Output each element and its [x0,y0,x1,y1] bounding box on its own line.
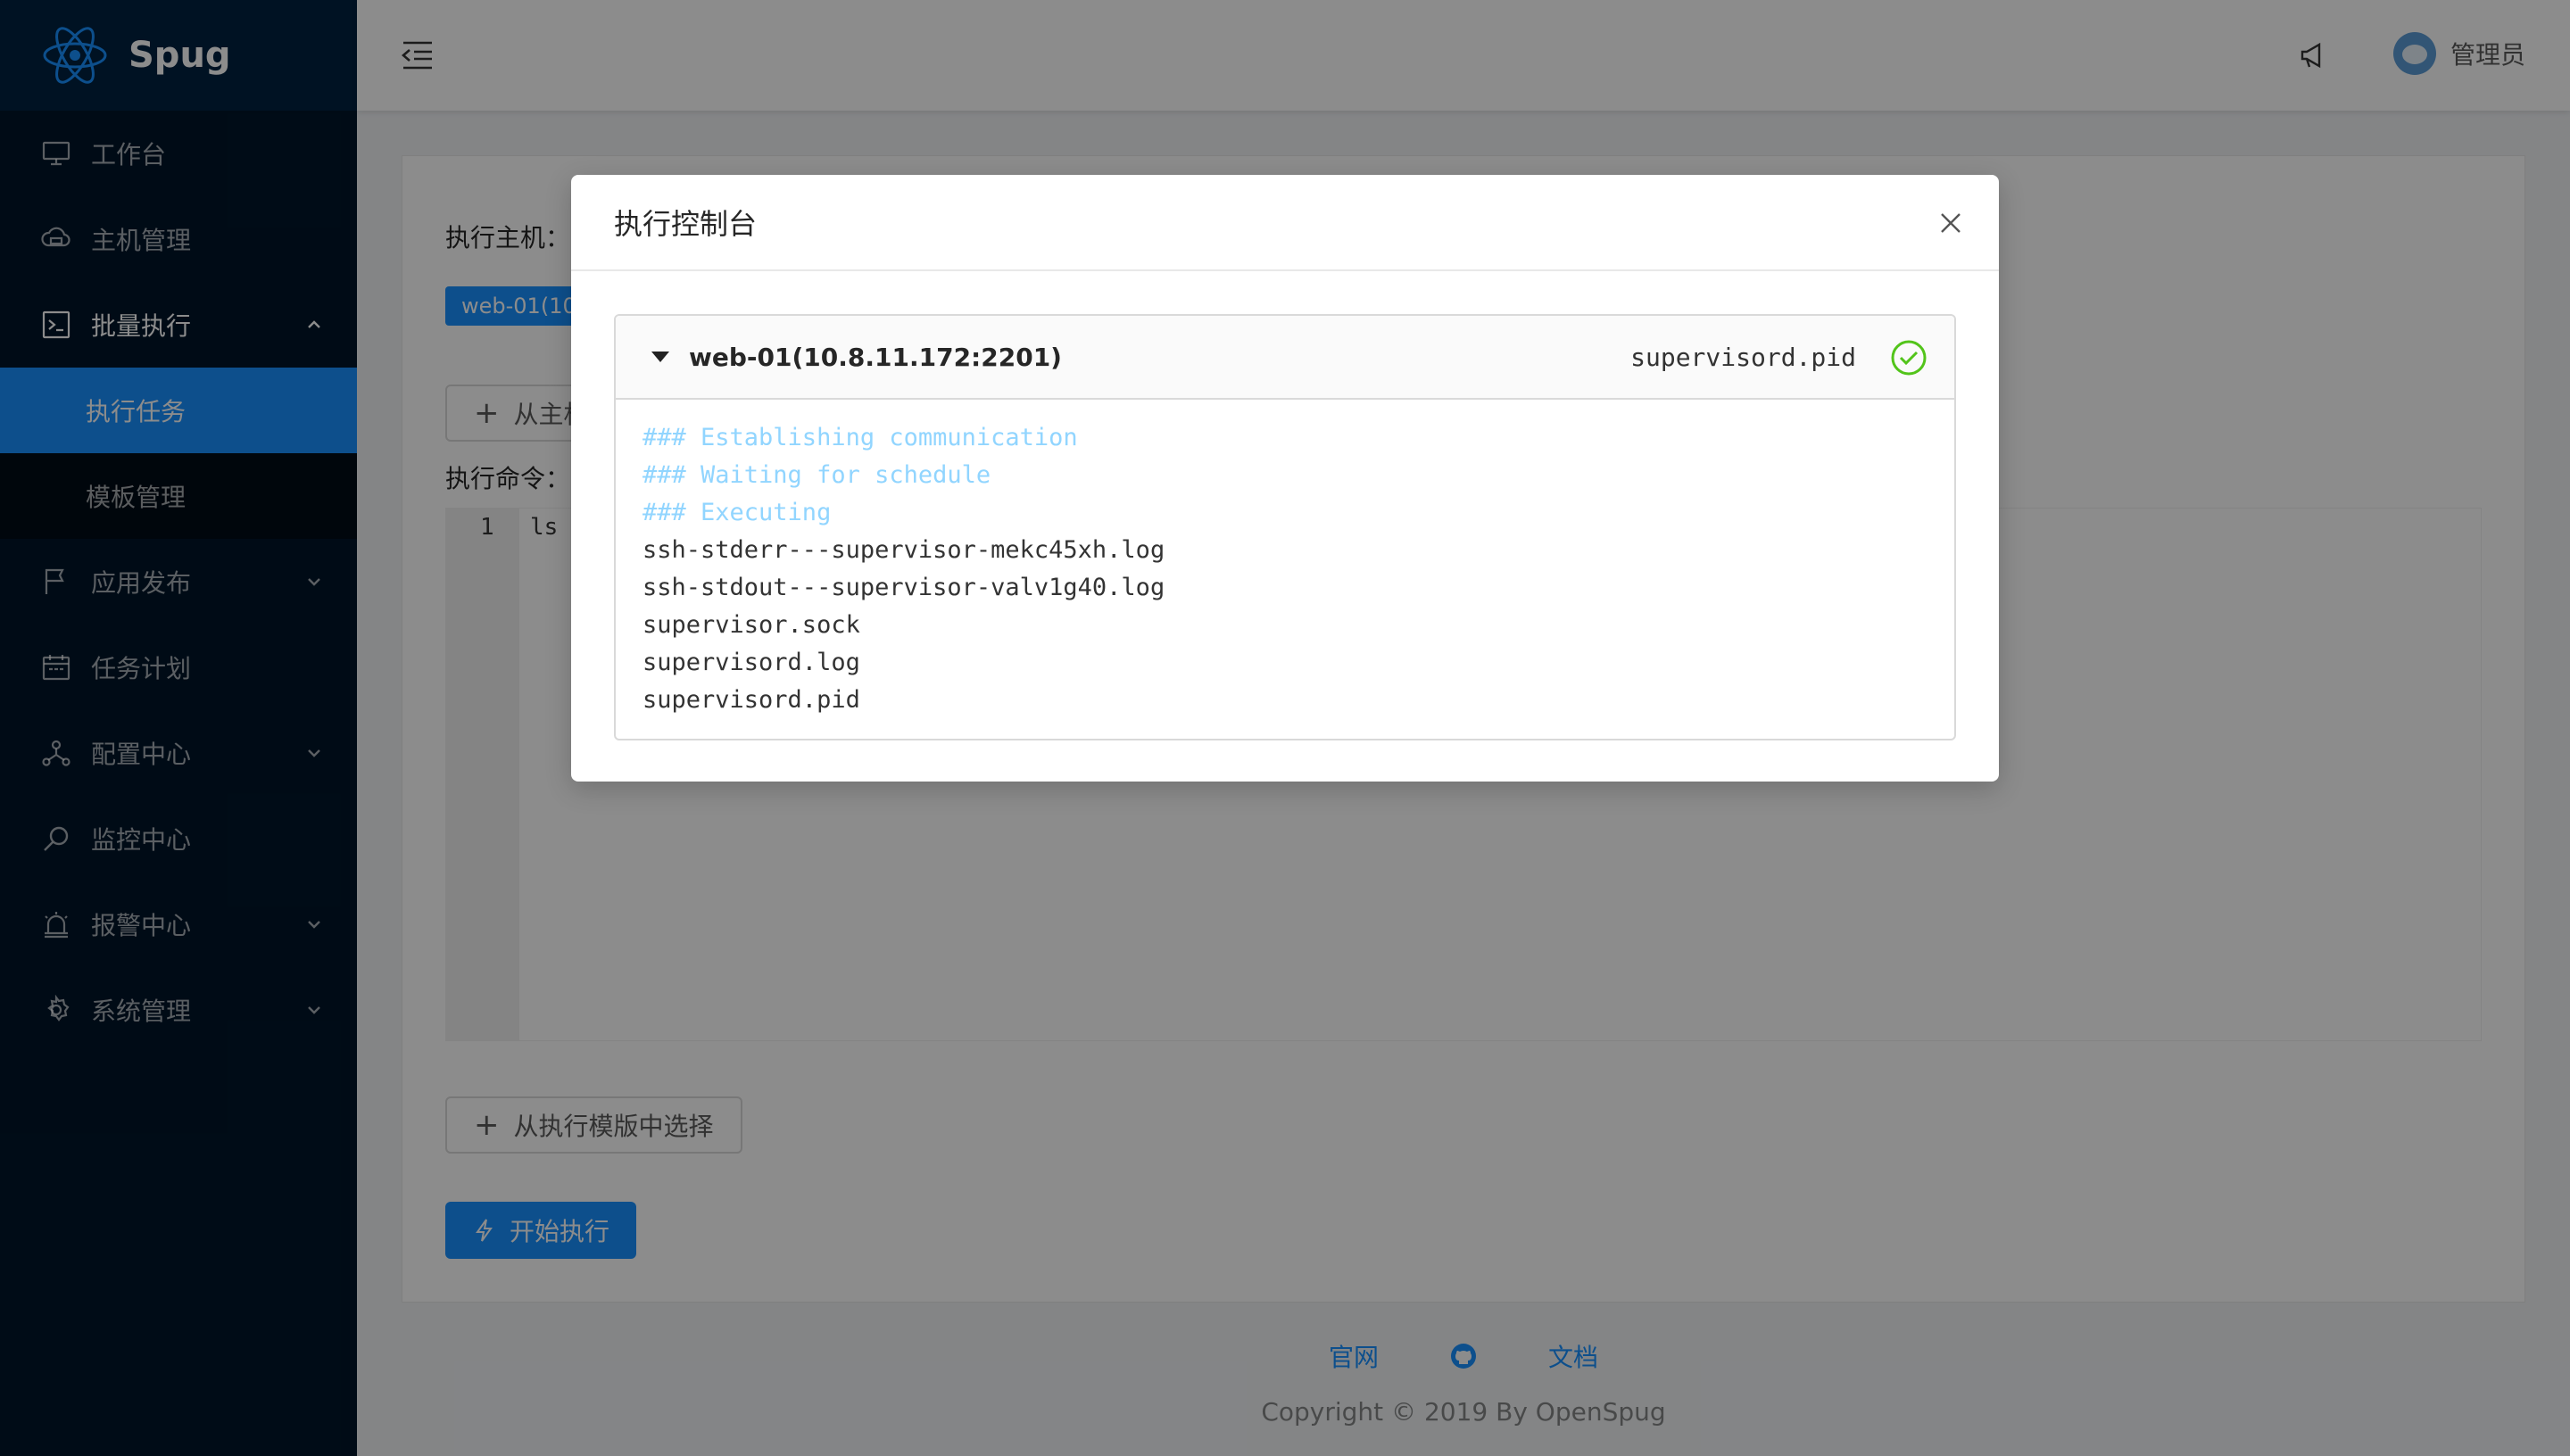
host-name: web-01(10.8.11.172:2201) [689,342,1062,372]
console-line: ### Waiting for schedule [642,461,991,489]
console-line: ssh-stderr---supervisor-mekc45xh.log [642,536,1165,564]
caret-down-icon [651,352,669,362]
host-output-header[interactable]: web-01(10.8.11.172:2201) supervisord.pid [616,316,1954,400]
modal-title: 执行控制台 [614,207,758,241]
console-line: ssh-stdout---supervisor-valv1g40.log [642,574,1165,601]
console-line: supervisord.log [642,649,860,676]
exec-console-modal: 执行控制台 web-01(10.8.11.172:2201) superviso… [571,175,1999,782]
console-line: ### Executing [642,499,832,526]
console-line: supervisord.pid [642,686,860,714]
close-icon[interactable] [1933,205,1969,241]
last-output: supervisord.pid [1630,343,1856,372]
console-line: supervisor.sock [642,611,860,639]
console-output: ### Establishing communication ### Waiti… [616,400,1954,739]
host-output-panel: web-01(10.8.11.172:2201) supervisord.pid… [614,314,1956,740]
check-circle-icon [1891,340,1927,376]
modal-body: web-01(10.8.11.172:2201) supervisord.pid… [571,271,1999,783]
app-root: Spug 工作台 主机管理 批量执行 执行任务 模板管理 应用发布 任务计划 配… [0,0,2570,1456]
console-line: ### Establishing communication [642,424,1078,451]
modal-header: 执行控制台 [571,175,1999,271]
